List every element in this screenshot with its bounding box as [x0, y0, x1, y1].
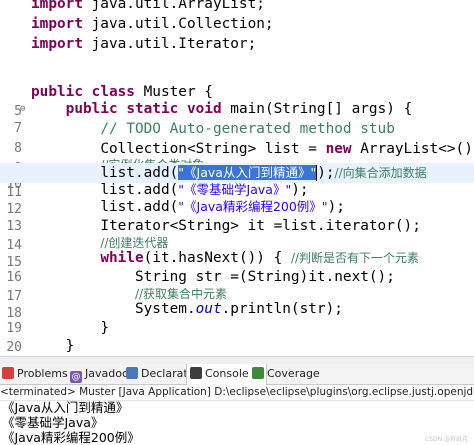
- watermark: CSDN @折纸花: [424, 436, 468, 443]
- code-editor[interactable]: import java.util.ArrayList; import java.…: [0, 0, 474, 356]
- coverage-icon: [252, 367, 264, 379]
- code-line: import java.util.Collection;: [31, 16, 274, 32]
- code-line: 21 }: [65, 338, 75, 354]
- tab-coverage[interactable]: Coverage: [252, 364, 320, 384]
- javadoc-icon: @: [70, 371, 82, 383]
- code-line: 19 System.out.println(str);: [0, 299, 474, 336]
- code-line: import java.util.Iterator;: [31, 36, 257, 52]
- console-output[interactable]: 《Java从入门到精通》 《零基础学Java》 《Java精彩编程200例》: [0, 400, 474, 445]
- code-line: 7 public static void main(String[] args)…: [0, 99, 474, 136]
- console-icon: [190, 367, 202, 379]
- selected-text[interactable]: "《Java从入门到精通》": [178, 165, 317, 180]
- tab-javadoc[interactable]: @ Javadoc: [70, 364, 128, 384]
- declaration-icon: [126, 367, 138, 379]
- console-output-line: 《Java从入门到精通》: [2, 400, 129, 415]
- code-line: 13 list.add("《Java精彩编程200例》");: [0, 197, 474, 234]
- code-line: 20 }: [0, 318, 474, 355]
- console-output-line: 《零基础学Java》: [2, 415, 104, 430]
- console-output-line: 《Java精彩编程200例》: [2, 430, 140, 445]
- fold-icon[interactable]: ⊖: [20, 104, 25, 114]
- tab-problems[interactable]: Problems: [2, 364, 68, 384]
- console-status-line: <terminated> Muster [Java Application] D…: [0, 385, 474, 401]
- code-line: import java.util.ArrayList;: [31, 0, 265, 12]
- bottom-panel-tabs: Problems @Javadoc Declaration Console ☒ …: [0, 364, 474, 385]
- problems-icon: [2, 367, 14, 379]
- code-line: 8 // TODO Auto-generated method stub: [0, 119, 474, 156]
- code-line: 16 while(it.hasNext()) { //判断是否有下一个元素: [0, 248, 474, 285]
